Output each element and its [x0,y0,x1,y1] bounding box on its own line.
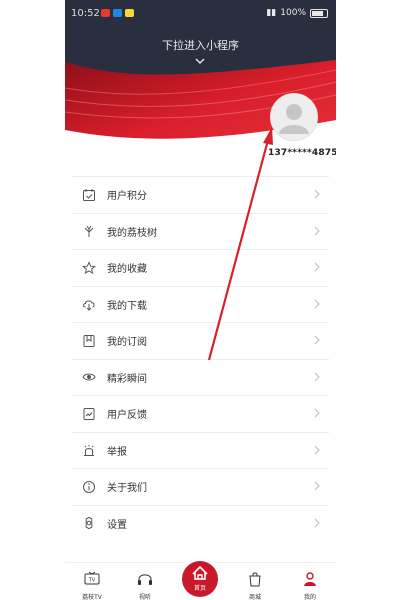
shopping-bag-icon [249,572,261,587]
tab-label: 荔枝TV [82,594,102,600]
menu-item-label: 我的收藏 [107,264,147,276]
tab-mine[interactable]: 我的 [290,571,330,600]
default-avatar-icon [279,104,309,134]
tab-label: 视听 [138,594,151,600]
menu-item-lychee-tree[interactable]: 我的荔枝树 [72,212,329,250]
info-icon [81,479,97,495]
notification-icon [101,9,110,17]
chevron-right-icon [314,372,320,381]
tab-home[interactable]: 首页 [182,561,218,597]
chevron-right-icon [314,299,320,308]
tree-icon [81,223,97,239]
menu-item-feedback[interactable]: 用户反馈 [72,395,329,432]
notification-icon [113,9,122,17]
tab-label: 商城 [248,594,261,600]
star-icon [81,260,97,276]
tab-mall[interactable]: 商城 [235,571,275,600]
battery-level: 100% [280,8,306,18]
menu-item-downloads[interactable]: 我的下载 [72,285,329,323]
calendar-check-icon [81,187,97,203]
menu-item-settings[interactable]: 设置 [72,504,329,542]
menu-item-subscriptions[interactable]: 我的订阅 [72,322,329,359]
chevron-right-icon [314,445,320,454]
menu-item-label: 用户反馈 [107,410,147,422]
profile-menu: 用户积分 我的荔枝树 我的收藏 我的下载 我的订阅 精彩瞬间 用户反馈 举报 关… [72,176,329,541]
menu-item-about-us[interactable]: 关于我们 [72,468,329,505]
chevron-right-icon [314,335,320,345]
home-icon [192,565,208,580]
gear-icon [81,515,97,531]
menu-item-highlights[interactable]: 精彩瞬间 [72,358,329,396]
menu-item-label: 我的下载 [107,300,147,312]
bookmark-icon [81,333,97,349]
phone-screen: 10:52 ▮▮ 100% 下拉进入小程序 137*****4875 用户积分 … [65,0,336,600]
menu-item-label: 设置 [107,519,127,531]
menu-item-label: 我的订阅 [107,337,147,349]
user-icon [304,572,316,586]
menu-item-favorites[interactable]: 我的收藏 [72,249,329,286]
notification-icon [125,9,134,17]
status-bar: 10:52 ▮▮ 100% [65,0,336,26]
tab-label: 我的 [303,594,316,600]
signal-icon: ▮▮ [266,8,277,18]
menu-item-user-points[interactable]: 用户积分 [72,176,329,213]
status-indicators: ▮▮ 100% [266,8,328,18]
tv-icon: TV [84,571,100,585]
page: 10:52 ▮▮ 100% 下拉进入小程序 137*****4875 用户积分 … [0,0,400,600]
cloud-download-icon [81,296,97,312]
alarm-icon [81,442,97,458]
chevron-right-icon [314,189,320,199]
battery-icon [310,8,328,18]
chevron-right-icon [314,408,320,418]
eye-icon [81,369,97,385]
pull-to-mini-program-hint[interactable]: 下拉进入小程序 [65,37,336,53]
tab-label: 首页 [193,585,206,592]
menu-item-label: 举报 [107,446,127,458]
chevron-right-icon [314,226,320,235]
menu-item-label: 我的荔枝树 [107,227,157,239]
chevron-right-icon [314,262,320,272]
avatar[interactable] [270,93,318,141]
svg-text:TV: TV [88,578,96,584]
status-time: 10:52 [71,8,100,19]
menu-item-label: 用户积分 [107,191,147,203]
headphones-icon [138,574,152,585]
menu-item-label: 关于我们 [107,483,147,495]
menu-item-label: 精彩瞬间 [107,373,147,385]
feedback-icon [81,406,97,422]
chevron-right-icon [314,481,320,491]
menu-item-report[interactable]: 举报 [72,431,329,469]
chevron-down-icon[interactable] [195,56,205,66]
tab-lychee-tv[interactable]: TV 荔枝TV [72,571,112,600]
tab-audio-video[interactable]: 视听 [125,571,165,600]
chevron-right-icon [314,518,320,527]
user-phone-number: 137*****4875 [268,148,336,158]
